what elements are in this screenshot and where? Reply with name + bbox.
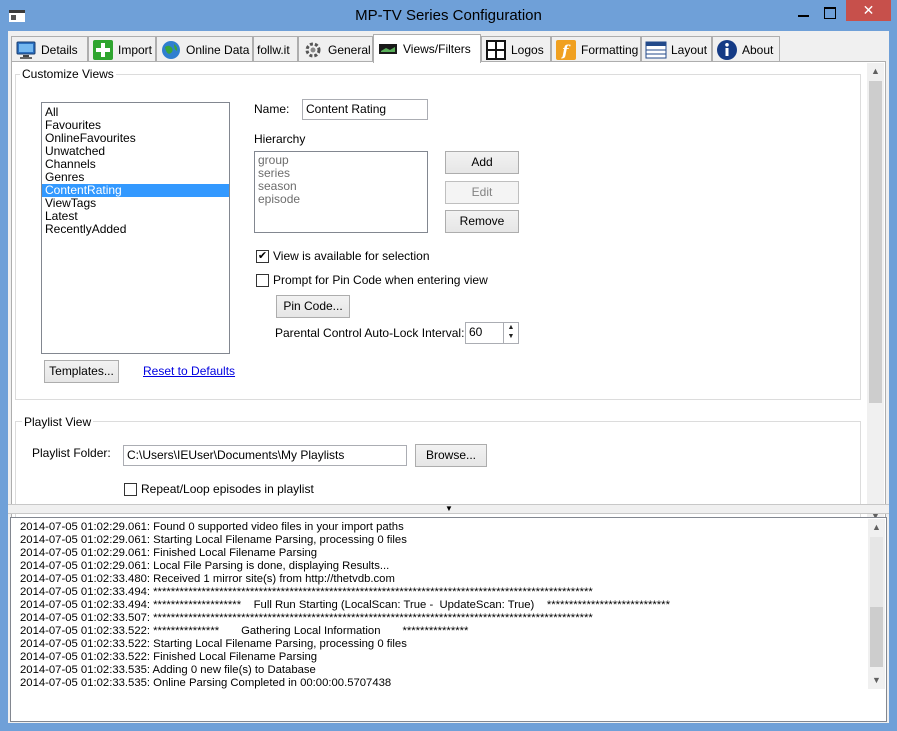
splitter[interactable]: ▼ <box>8 504 889 514</box>
repeat-label[interactable]: Repeat/Loop episodes in playlist <box>141 482 314 496</box>
hierarchy-label: Hierarchy <box>254 132 306 146</box>
tab-general[interactable]: General <box>298 36 373 62</box>
window-title: MP-TV Series Configuration <box>355 7 542 24</box>
scroll-up-icon[interactable]: ▲ <box>868 519 885 536</box>
tab-import[interactable]: Import <box>88 36 156 62</box>
monitor-icon <box>16 41 36 59</box>
autolock-value[interactable]: 60 <box>469 325 482 339</box>
log-scrollbar[interactable]: ▲ ▼ <box>868 519 885 689</box>
tab-label: Import <box>118 42 153 57</box>
application-window: MP-TV Series Configuration ✕ Details Imp… <box>0 0 897 731</box>
screen-icon <box>379 44 397 54</box>
pin-prompt-checkbox[interactable] <box>256 274 269 287</box>
views-listbox[interactable]: All Favourites OnlineFavourites Unwatche… <box>41 102 230 354</box>
pin-prompt-label[interactable]: Prompt for Pin Code when entering view <box>273 273 488 287</box>
scroll-down-icon[interactable]: ▼ <box>868 672 885 689</box>
autolock-label: Parental Control Auto-Lock Interval: <box>275 326 465 340</box>
playlist-folder-field[interactable]: C:\Users\IEUser\Documents\My Playlists <box>123 445 407 466</box>
pin-code-button[interactable]: Pin Code... <box>276 295 350 318</box>
spinner-arrows[interactable]: ▲ ▼ <box>503 323 518 343</box>
browse-button[interactable]: Browse... <box>415 444 487 467</box>
title-bar[interactable]: MP-TV Series Configuration ✕ <box>0 0 897 31</box>
tab-label: follw.it <box>257 42 290 57</box>
name-field[interactable]: Content Rating <box>302 99 428 120</box>
add-button[interactable]: Add <box>445 151 519 174</box>
spin-up-icon[interactable]: ▲ <box>504 323 518 332</box>
view-available-checkbox[interactable]: ✔ <box>256 250 269 263</box>
playlist-view-label: Playlist View <box>22 415 94 429</box>
tab-label: Views/Filters <box>403 42 471 56</box>
client-area: Details Import Online Data follw.it Gene… <box>8 31 889 723</box>
tab-label: Layout <box>671 42 708 57</box>
tab-label: Online Data <box>186 42 250 57</box>
playlist-folder-label: Playlist Folder: <box>32 446 111 460</box>
hierarchy-item[interactable]: episode <box>255 193 427 206</box>
maximize-button[interactable] <box>819 4 839 22</box>
log-line: 2014-07-05 01:02:29.061: Finished Local … <box>20 547 318 559</box>
log-line: 2014-07-05 01:02:33.494: ***************… <box>20 599 670 611</box>
scroll-up-icon[interactable]: ▲ <box>867 63 884 80</box>
table-icon <box>645 41 667 58</box>
log-lines: 2014-07-05 01:02:29.061: Found 0 support… <box>11 518 886 690</box>
log-line: 2014-07-05 01:02:29.061: Local File Pars… <box>20 560 390 572</box>
info-icon <box>717 39 737 60</box>
log-line: 2014-07-05 01:02:33.522: ***************… <box>20 625 469 637</box>
tab-logos[interactable]: Logos <box>481 36 551 62</box>
log-line: 2014-07-05 01:02:33.522: Finished Local … <box>20 651 318 663</box>
tab-formatting[interactable]: f Formatting <box>551 36 641 62</box>
views-filters-page: Customize Views All Favourites OnlineFav… <box>11 61 886 527</box>
grid-icon <box>486 39 506 60</box>
tab-label: About <box>742 42 774 57</box>
autolock-spinner[interactable]: 60 ▲ ▼ <box>465 322 519 344</box>
tab-layout[interactable]: Layout <box>641 36 712 62</box>
scroll-thumb[interactable] <box>869 81 882 403</box>
log-line: 2014-07-05 01:02:33.522: Starting Local … <box>20 638 407 650</box>
plus-icon <box>93 39 113 60</box>
templates-button[interactable]: Templates... <box>44 360 119 383</box>
name-label: Name: <box>254 102 290 116</box>
log-line: 2014-07-05 01:02:29.061: Found 0 support… <box>20 521 404 533</box>
repeat-checkbox[interactable] <box>124 483 137 496</box>
log-panel[interactable]: 2014-07-05 01:02:29.061: Found 0 support… <box>10 517 887 722</box>
view-available-label[interactable]: View is available for selection <box>273 249 430 263</box>
log-line: 2014-07-05 01:02:33.494: ***************… <box>20 586 593 598</box>
scroll-thumb[interactable] <box>870 607 883 667</box>
tab-about[interactable]: About <box>712 36 780 62</box>
tab-label: Logos <box>511 42 544 57</box>
tab-details[interactable]: Details <box>11 36 88 62</box>
tab-label: Details <box>41 42 78 57</box>
collapse-arrow-icon[interactable]: ▼ <box>445 505 453 513</box>
customize-views-label: Customize Views <box>20 67 116 81</box>
log-line: 2014-07-05 01:02:33.507: ***************… <box>20 612 593 624</box>
log-line: 2014-07-05 01:02:33.480: Received 1 mirr… <box>20 573 395 585</box>
globe-icon <box>162 40 180 59</box>
hierarchy-listbox[interactable]: group series season episode <box>254 151 428 233</box>
tab-label: General <box>328 42 371 57</box>
close-button[interactable]: ✕ <box>846 0 891 21</box>
remove-button[interactable]: Remove <box>445 210 519 233</box>
tab-strip: Details Import Online Data follw.it Gene… <box>11 34 881 63</box>
gear-icon <box>305 42 321 57</box>
reset-defaults-link[interactable]: Reset to Defaults <box>143 364 235 378</box>
log-line: 2014-07-05 01:02:33.535: Adding 0 new fi… <box>20 664 316 676</box>
tab-online-data[interactable]: Online Data <box>156 36 253 62</box>
log-line: 2014-07-05 01:02:29.061: Starting Local … <box>20 534 407 546</box>
function-icon: f <box>556 39 576 60</box>
minimize-button[interactable] <box>794 4 814 22</box>
tab-views-filters[interactable]: Views/Filters <box>373 34 481 63</box>
page-scrollbar[interactable]: ▲ ▼ <box>867 63 884 525</box>
list-item[interactable]: RecentlyAdded <box>42 223 229 236</box>
tab-follwit[interactable]: follw.it <box>253 36 298 62</box>
edit-button[interactable]: Edit <box>445 181 519 204</box>
spin-down-icon[interactable]: ▼ <box>504 332 518 341</box>
log-line: 2014-07-05 01:02:33.535: Online Parsing … <box>20 677 392 689</box>
tab-label: Formatting <box>581 42 639 57</box>
